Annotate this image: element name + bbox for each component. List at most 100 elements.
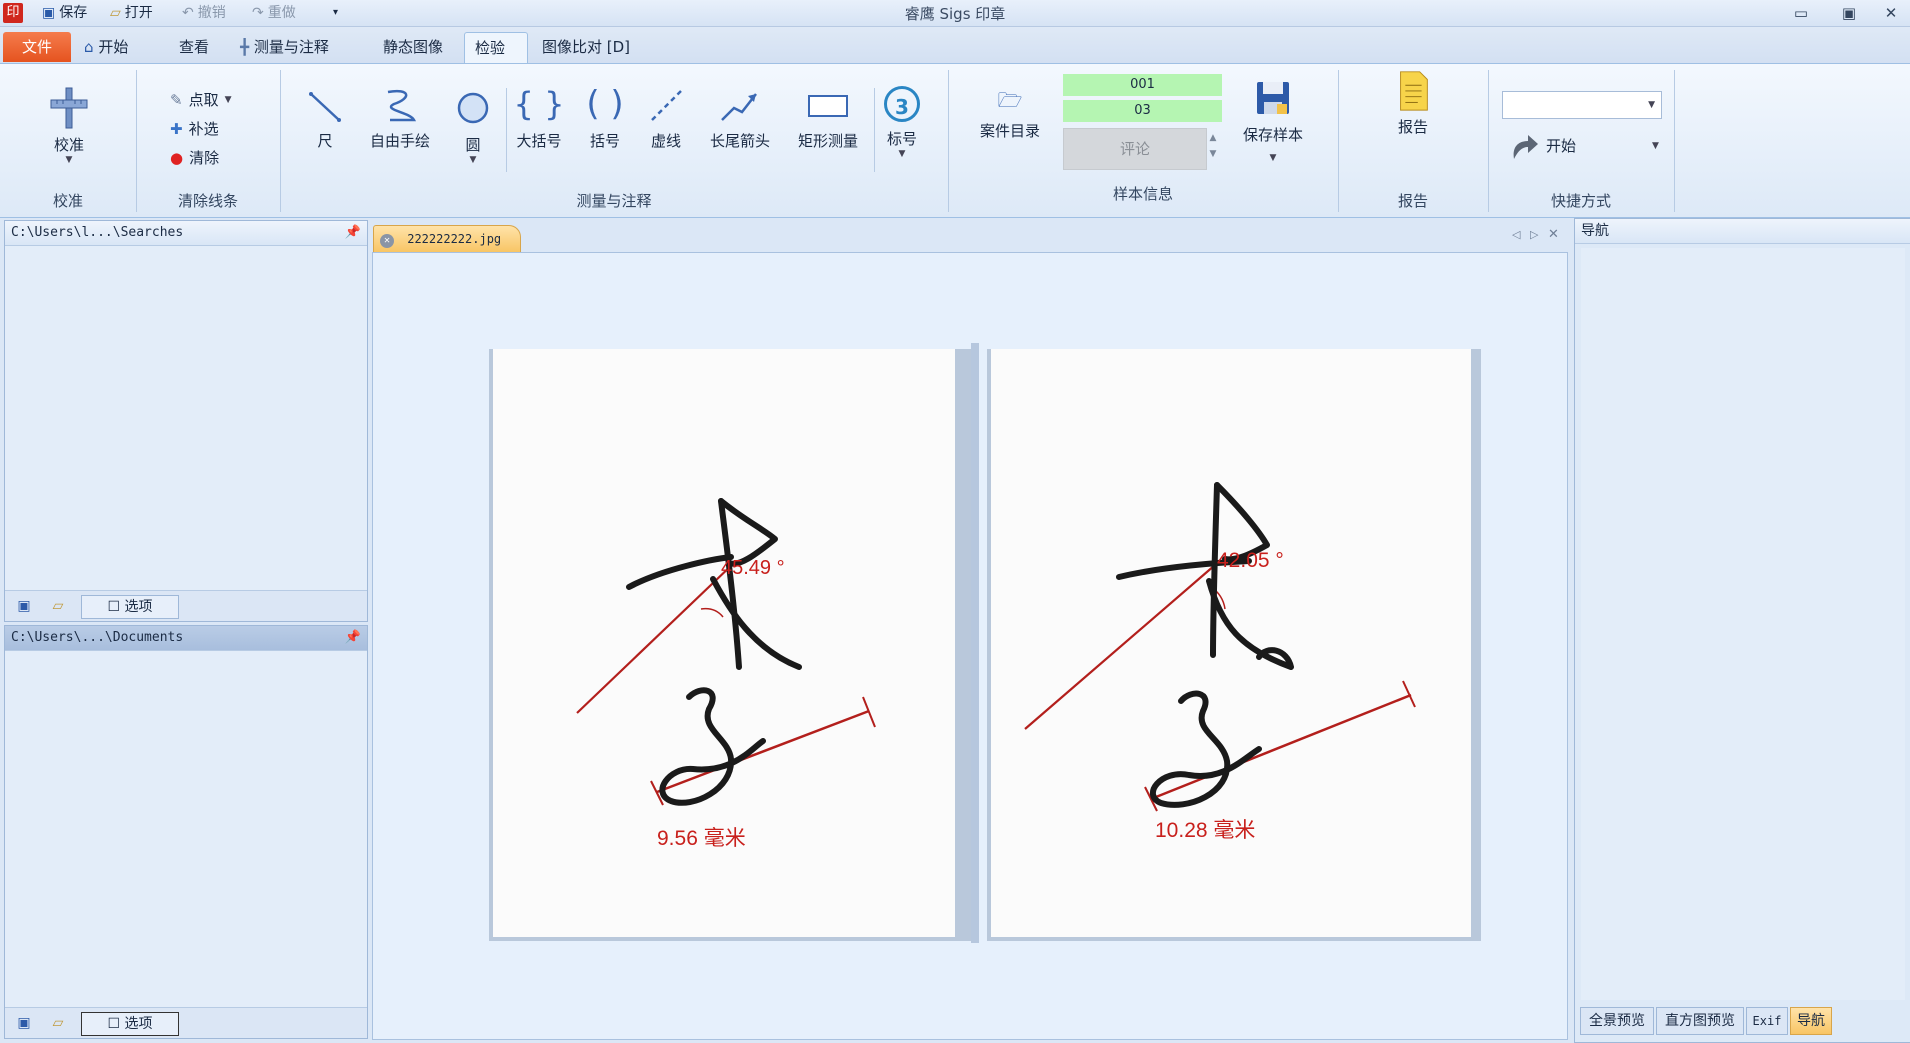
navigation-panel: 导航 — [1574, 218, 1910, 1043]
tab-scroll-right-icon[interactable]: ▷ — [1530, 228, 1538, 241]
home-icon: ⌂ — [84, 38, 94, 56]
save-sample-button[interactable]: 保存样本 ▼ — [1236, 76, 1310, 163]
document-tab[interactable]: ✕ 222222222.jpg — [373, 225, 521, 252]
group-label-clear-lines: 清除线条 — [177, 192, 238, 210]
freehand-tool-button[interactable]: 自由手绘 — [364, 82, 436, 151]
group-label-shortcut: 快捷方式 — [1550, 192, 1611, 210]
calibrate-ruler-icon — [50, 87, 88, 129]
redo-arrow-icon — [1513, 135, 1538, 159]
group-divider — [1674, 70, 1675, 212]
folder-open-icon: 🗁 — [997, 88, 1023, 112]
dashed-line-icon — [651, 89, 683, 121]
numbered-marker-icon: 3 — [884, 86, 920, 122]
floppy-disk-icon — [1257, 82, 1289, 114]
circle-icon — [457, 92, 489, 124]
group-label-sample-info: 样本信息 — [1112, 185, 1173, 203]
options-button[interactable]: ☐ 选项 — [81, 595, 179, 619]
tab-panorama-preview[interactable]: 全景预览 — [1580, 1007, 1654, 1035]
chevron-down-icon: ▼ — [1648, 100, 1655, 110]
calibrate-button[interactable]: 校准 ▼ — [36, 86, 102, 165]
comment-field[interactable]: 评论 — [1063, 128, 1207, 170]
angle-label: 45.49 ° — [721, 557, 785, 579]
plus-icon: ✚ — [170, 120, 183, 138]
folder-open-icon[interactable]: ▱ — [47, 596, 69, 616]
tab-start[interactable]: ⌂ 开始 — [74, 32, 138, 62]
chevron-down-icon: ▼ — [224, 95, 232, 105]
report-button[interactable]: 报告 — [1378, 68, 1448, 137]
freehand-icon — [387, 89, 417, 122]
panel-body — [1581, 248, 1905, 1000]
dashed-line-tool-button[interactable]: 虚线 — [642, 82, 690, 151]
shortcut-start-button[interactable]: 开始 ▼ — [1506, 128, 1659, 164]
tab-exif[interactable]: Exif — [1746, 1007, 1788, 1035]
minimize-button[interactable]: ▭ — [1786, 2, 1816, 24]
right-signature-image: 42.05 ° 10.28 毫米 — [991, 349, 1471, 937]
ruler-tool-button[interactable]: 尺 — [300, 82, 350, 151]
pin-icon[interactable]: 📌 — [345, 626, 361, 650]
group-label-report: 报告 — [1397, 192, 1428, 210]
folder-open-icon[interactable]: ▱ — [47, 1013, 69, 1033]
rect-measure-tool-button[interactable]: 矩形测量 — [790, 82, 866, 151]
red-dot-icon: ● — [170, 149, 184, 167]
panel-header: C:\Users\l...\Searches 📌 — [5, 221, 367, 246]
tab-view[interactable]: 查看 — [169, 32, 219, 62]
save-icon[interactable]: ▣ — [13, 1013, 35, 1033]
tab-scroll-left-icon[interactable]: ◁ — [1512, 228, 1520, 241]
close-document-icon[interactable]: ✕ — [1548, 227, 1559, 242]
close-tab-icon[interactable]: ✕ — [380, 234, 394, 248]
panel-body — [5, 246, 367, 590]
sample-no-field[interactable]: 03 — [1063, 100, 1222, 122]
pin-icon[interactable]: 📌 — [345, 221, 361, 245]
parenthesis-icon: ( ) — [586, 84, 624, 124]
marker-tool-button[interactable]: 3 标号 ▼ — [876, 86, 928, 159]
options-icon: ☐ — [107, 1016, 121, 1032]
panel-header: C:\Users\...\Documents 📌 — [5, 626, 367, 651]
tool-divider — [506, 88, 507, 172]
close-window-button[interactable]: ✕ — [1876, 2, 1906, 24]
right-signature-drawing: 42.05 ° 10.28 毫米 — [991, 349, 1471, 937]
circle-tool-button[interactable]: 圆 ▼ — [452, 86, 494, 165]
shortcut-combo[interactable]: ▼ — [1502, 91, 1662, 119]
tab-navigation[interactable]: 导航 — [1790, 1007, 1832, 1035]
ruler-cross-icon: ╋ — [240, 38, 250, 56]
long-arrow-tool-button[interactable]: 长尾箭头 — [702, 82, 778, 151]
comment-spinner[interactable]: ▲ ▼ — [1206, 130, 1220, 162]
left-signature-drawing: 45.49 ° 9.56 毫米 — [493, 349, 955, 937]
supplement-button[interactable]: ✚ 补选 — [170, 117, 219, 141]
documents-panel: C:\Users\...\Documents 📌 ▣ ▱ ☐ 选项 — [4, 625, 368, 1039]
chevron-down-icon: ▼ — [65, 155, 73, 165]
panel-header: 导航 — [1575, 219, 1910, 244]
bracket-tool-button[interactable]: ( ) 括号 — [578, 82, 632, 151]
searches-panel: C:\Users\l...\Searches 📌 ▣ ▱ ☐ 选项 — [4, 220, 368, 622]
save-icon[interactable]: ▣ — [13, 596, 35, 616]
tool-divider — [874, 88, 875, 172]
brace-tool-button[interactable]: { } 大括号 — [512, 82, 566, 151]
restore-button[interactable]: ▣ — [1834, 2, 1864, 24]
tab-measure[interactable]: ╋ 测量与注释 — [230, 32, 339, 62]
length-label: 9.56 毫米 — [657, 827, 746, 850]
options-button[interactable]: ☐ 选项 — [81, 1012, 179, 1036]
brace-icon: { } — [513, 85, 565, 123]
report-document-icon — [1400, 71, 1428, 111]
chevron-down-icon: ▼ — [1269, 153, 1277, 163]
tab-file[interactable]: 文件 — [3, 32, 71, 62]
clear-button[interactable]: ● 清除 — [170, 146, 219, 170]
left-signature-image: 45.49 ° 9.56 毫米 — [493, 349, 955, 937]
tab-inspect[interactable]: 检验 — [464, 32, 528, 63]
options-icon: ☐ — [107, 599, 121, 615]
tab-image-compare[interactable]: 图像比对 [D] — [532, 32, 640, 62]
ruler-line-icon — [309, 92, 341, 122]
chevron-down-icon: ▼ — [1652, 141, 1659, 151]
chevron-down-icon: ▼ — [469, 155, 477, 165]
chevron-down-icon: ▼ — [898, 149, 906, 159]
pick-button[interactable]: ✎ 点取 ▼ — [170, 88, 232, 112]
compare-divider[interactable] — [971, 343, 979, 943]
group-divider — [948, 70, 949, 212]
sample-id-field[interactable]: 001 — [1063, 74, 1222, 96]
case-dir-button[interactable]: 🗁 案件目录 — [970, 86, 1050, 141]
tab-static-image[interactable]: 静态图像 — [373, 32, 453, 62]
group-label-measure: 测量与注释 — [576, 192, 652, 210]
app-title: 睿鹰 Sigs 印章 — [904, 5, 1006, 23]
tab-histogram-preview[interactable]: 直方图预览 — [1656, 1007, 1744, 1035]
document-canvas[interactable]: 45.49 ° 9.56 毫米 42.05 ° 10.28 毫米 — [372, 252, 1568, 1040]
